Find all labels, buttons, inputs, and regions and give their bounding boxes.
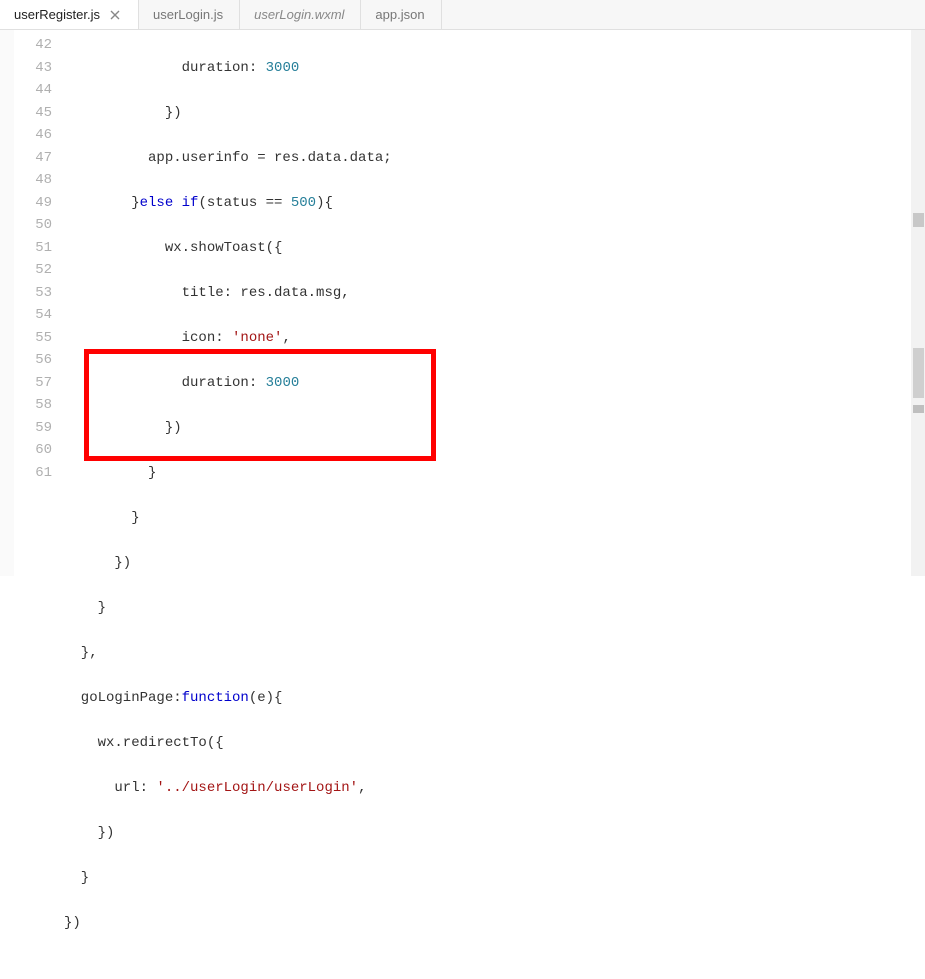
line-number: 54: [14, 304, 52, 327]
scrollbar-marker[interactable]: [913, 405, 924, 413]
line-number: 58: [14, 394, 52, 417]
line-number: 57: [14, 372, 52, 395]
code-line: }: [64, 597, 911, 620]
line-number: 49: [14, 192, 52, 215]
line-number: 55: [14, 327, 52, 350]
code-line: icon: 'none',: [64, 327, 911, 350]
code-line: }): [64, 102, 911, 125]
line-number: 45: [14, 102, 52, 125]
line-number: 50: [14, 214, 52, 237]
tab-label: userLogin.js: [153, 7, 223, 22]
code-line: wx.redirectTo({: [64, 732, 911, 755]
tab-user-login-js[interactable]: userLogin.js: [139, 0, 240, 29]
line-number: 48: [14, 169, 52, 192]
line-number: 46: [14, 124, 52, 147]
line-number: 53: [14, 282, 52, 305]
line-number: 52: [14, 259, 52, 282]
tab-label: app.json: [375, 7, 424, 22]
code-line: }): [64, 912, 911, 935]
tab-app-json[interactable]: app.json: [361, 0, 441, 29]
tab-bar: userRegister.js userLogin.js userLogin.w…: [0, 0, 925, 30]
line-number: 51: [14, 237, 52, 260]
line-number: 42: [14, 34, 52, 57]
minimap[interactable]: [911, 30, 925, 576]
code-line: wx.showToast({: [64, 237, 911, 260]
code-line: duration: 3000: [64, 57, 911, 80]
close-icon[interactable]: [108, 8, 122, 22]
code-line: }: [64, 867, 911, 890]
code-area[interactable]: duration: 3000 }) app.userinfo = res.dat…: [60, 30, 911, 576]
code-line: },: [64, 642, 911, 665]
code-line: }): [64, 822, 911, 845]
tab-user-login-wxml[interactable]: userLogin.wxml: [240, 0, 361, 29]
code-line: }): [64, 552, 911, 575]
line-number-gutter: 4243444546474849505152535455565758596061: [14, 30, 60, 576]
code-line: }: [64, 462, 911, 485]
line-number: 61: [14, 462, 52, 485]
line-number: 56: [14, 349, 52, 372]
code-line: duration: 3000: [64, 372, 911, 395]
line-number: 47: [14, 147, 52, 170]
code-line: }else if(status == 500){: [64, 192, 911, 215]
code-line: }): [64, 417, 911, 440]
tab-label: userRegister.js: [14, 7, 100, 22]
code-line: app.userinfo = res.data.data;: [64, 147, 911, 170]
tab-user-register-js[interactable]: userRegister.js: [0, 0, 139, 29]
line-number: 43: [14, 57, 52, 80]
line-number: 59: [14, 417, 52, 440]
code-line: goLoginPage:function(e){: [64, 687, 911, 710]
code-line: title: res.data.msg,: [64, 282, 911, 305]
scrollbar-marker[interactable]: [913, 213, 924, 227]
code-editor: 4243444546474849505152535455565758596061…: [0, 30, 925, 576]
tab-label: userLogin.wxml: [254, 7, 344, 22]
line-number: 44: [14, 79, 52, 102]
code-line: }: [64, 507, 911, 530]
line-number: 60: [14, 439, 52, 462]
scrollbar-thumb[interactable]: [913, 348, 924, 398]
editor-left-margin: [0, 30, 14, 576]
code-line: url: '../userLogin/userLogin',: [64, 777, 911, 800]
